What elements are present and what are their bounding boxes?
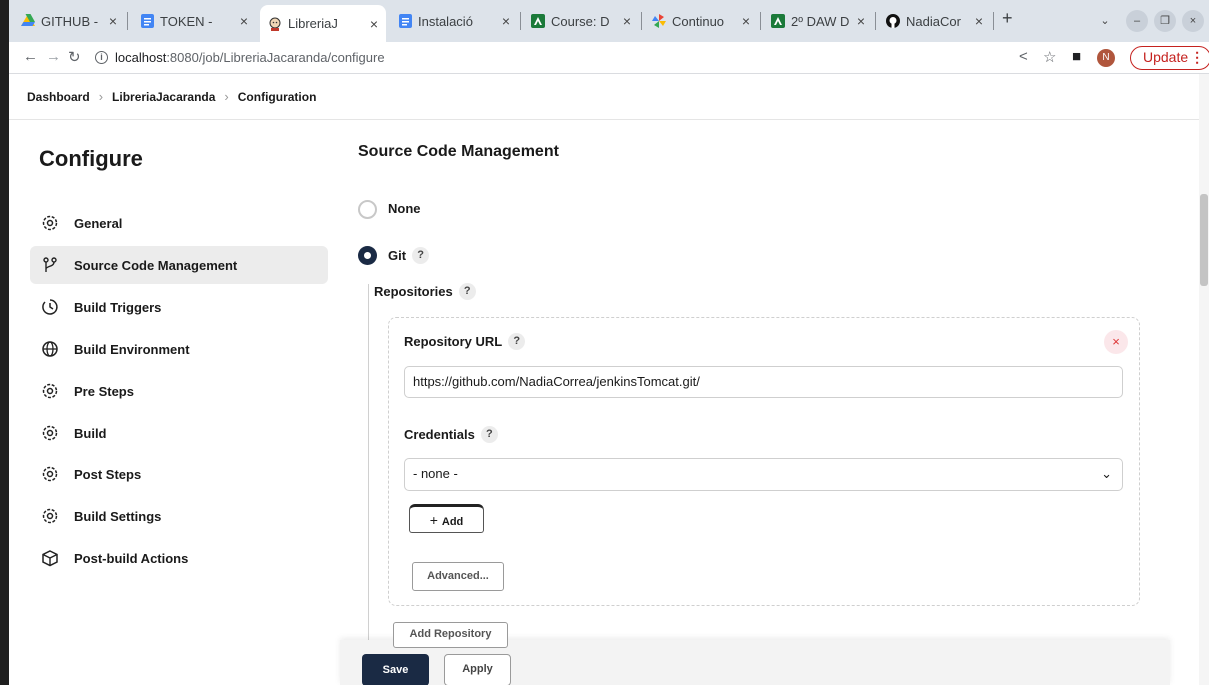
minimize-icon[interactable]: – [1126,10,1148,32]
sidebar-item-build-environment[interactable]: Build Environment [30,330,328,368]
browser-tab-strip: GITHUB - × TOKEN - × LibreriaJ × Instala… [9,0,1209,42]
tab-github-repo[interactable]: NadiaCor × [878,5,991,37]
delete-repository-button[interactable]: × [1104,330,1128,354]
sidebar-item-build-settings[interactable]: Build Settings [30,497,328,535]
moodle-icon [531,14,545,28]
help-icon[interactable]: ? [458,283,476,300]
repo-url-input[interactable]: https://github.com/NadiaCorrea/jenkinsTo… [404,366,1123,398]
sidebar-item-build[interactable]: Build [30,414,328,452]
cube-icon [40,548,60,568]
close-icon[interactable]: × [502,13,510,29]
advanced-button[interactable]: Advanced... [412,562,504,591]
tab-search-icon[interactable]: ⌄ [1094,10,1116,32]
radio-none[interactable] [358,200,377,219]
chevron-down-icon: ⌄ [1101,466,1112,481]
breadcrumb-dashboard[interactable]: Dashboard [27,90,90,104]
back-arrow-icon[interactable]: ← [23,48,38,65]
docs-icon [398,14,412,28]
help-icon[interactable]: ? [480,426,498,443]
address-input[interactable]: localhost:8080/job/LibreriaJacaranda/con… [115,50,385,65]
new-tab-button[interactable]: + [1002,8,1013,29]
page-title: Configure [39,146,143,171]
restore-icon[interactable]: ❐ [1154,10,1176,32]
credentials-label: Credentials ? [404,426,498,443]
sidebar-item-pre-steps[interactable]: Pre Steps [30,372,328,410]
tab-github[interactable]: GITHUB - × [13,5,125,37]
tab-separator [641,12,642,30]
radio-git[interactable] [358,246,377,265]
close-icon[interactable]: × [370,16,378,32]
sidebar-item-build-triggers[interactable]: Build Triggers [30,288,328,326]
tab-course[interactable]: Course: D × [523,5,639,37]
jenkins-icon [268,17,282,31]
sidebar-item-general[interactable]: General [30,204,328,242]
sidebar-item-post-steps[interactable]: Post Steps [30,455,328,493]
add-repository-button[interactable]: Add Repository [393,622,508,648]
close-icon[interactable]: × [975,13,983,29]
add-credentials-button[interactable]: + Add [409,504,484,533]
github-icon [886,14,900,28]
bookmark-star-icon[interactable]: ☆ [1043,48,1056,66]
tab-2daw[interactable]: 2º DAW D × [763,5,873,37]
tab-continuo[interactable]: Continuo × [644,5,758,37]
branch-icon [40,255,60,275]
close-icon[interactable]: × [857,13,865,29]
help-icon[interactable]: ? [508,333,526,350]
sidebar-item-post-build-actions[interactable]: Post-build Actions [30,539,328,577]
gear-icon [40,464,60,484]
tab-token[interactable]: TOKEN - × [132,5,256,37]
tab-separator [127,12,128,30]
save-button[interactable]: Save [362,654,429,685]
tab-libreria[interactable]: LibreriaJ × [260,5,386,42]
repositories-label: Repositories ? [374,283,476,300]
radio-none-label: None [388,201,421,216]
chevron-right-icon: › [98,89,104,104]
address-bar-row: ← → ↻ i localhost:8080/job/LibreriaJacar… [9,42,1209,74]
forward-arrow-icon[interactable]: → [46,48,61,65]
breadcrumb-configuration[interactable]: Configuration [238,90,317,104]
update-button[interactable]: Update ⋮ [1130,46,1209,70]
sidebar-item-source-code-management[interactable]: Source Code Management [30,246,328,284]
share-icon[interactable]: < [1019,48,1028,65]
close-icon[interactable]: × [109,13,117,29]
repo-url-label: Repository URL ? [404,333,526,350]
credentials-select[interactable]: - none - ⌄ [404,458,1123,491]
breadcrumb: Dashboard › LibreriaJacaranda › Configur… [9,74,1209,120]
chevron-right-icon: › [224,89,229,104]
gear-icon [40,423,60,443]
section-title-scm: Source Code Management [358,143,559,160]
tab-separator [520,12,521,30]
window-close-icon[interactable]: × [1182,10,1204,32]
window-left-edge [0,0,9,685]
clock-icon [40,297,60,317]
gear-icon [40,381,60,401]
reload-icon[interactable]: ↻ [68,48,81,66]
help-icon[interactable]: ? [412,247,430,264]
globe-icon [40,339,60,359]
pinwheel-icon [652,14,666,28]
kebab-menu-icon: ⋮ [1190,49,1205,65]
radio-git-label: Git ? [388,247,430,264]
breadcrumb-job[interactable]: LibreriaJacaranda [112,90,215,104]
site-info-icon[interactable]: i [95,51,108,64]
tab-separator [993,12,994,30]
tab-instalacion[interactable]: Instalació × [390,5,518,37]
side-panel-icon[interactable]: ■ [1072,48,1081,65]
plus-icon: + [429,512,438,528]
moodle-icon [771,14,785,28]
close-icon[interactable]: × [240,13,248,29]
tab-separator [875,12,876,30]
close-icon[interactable]: × [623,13,631,29]
scrollbar-track[interactable] [1199,74,1209,685]
section-divider [368,284,369,644]
scrollbar-thumb[interactable] [1200,194,1208,286]
avatar[interactable]: N [1097,49,1115,67]
docs-icon [140,14,154,28]
drive-icon [21,14,35,28]
gear-icon [40,213,60,233]
tab-separator [760,12,761,30]
gear-icon [40,506,60,526]
apply-button[interactable]: Apply [444,654,511,685]
close-icon[interactable]: × [742,13,750,29]
